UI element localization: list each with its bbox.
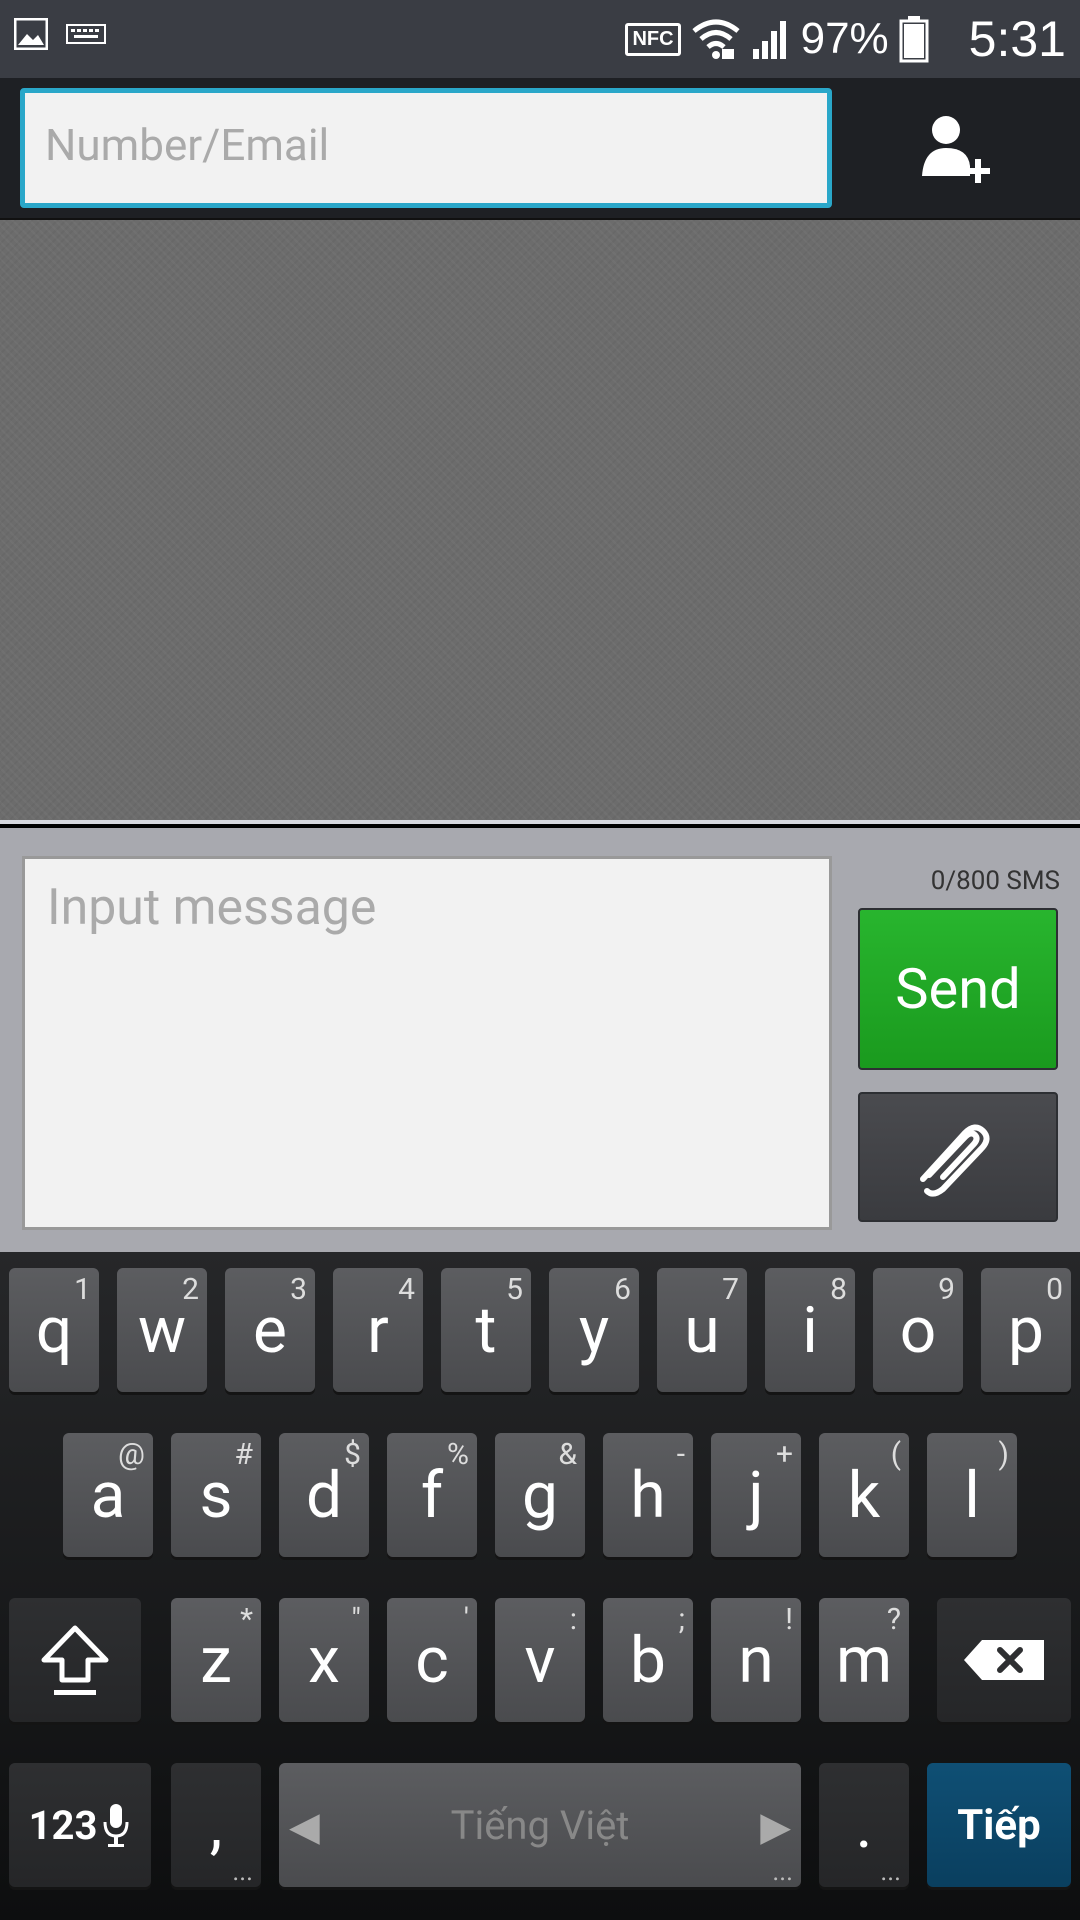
key-n[interactable]: n! (711, 1598, 801, 1722)
key-h[interactable]: h- (603, 1433, 693, 1557)
key-b[interactable]: b; (603, 1598, 693, 1722)
period-key[interactable]: . ... (819, 1763, 909, 1887)
key-t[interactable]: t5 (441, 1268, 531, 1392)
key-j[interactable]: j + (711, 1433, 801, 1557)
shift-icon (41, 1625, 109, 1695)
key-v[interactable]: v: (495, 1598, 585, 1722)
key-i[interactable]: i8 (765, 1268, 855, 1392)
next-key[interactable]: Tiếp (927, 1763, 1071, 1887)
key-e[interactable]: e3 (225, 1268, 315, 1392)
recipient-input[interactable]: Number/Email (20, 88, 832, 208)
message-input[interactable]: Input message (22, 856, 832, 1230)
numbers-key[interactable]: 123 (9, 1763, 151, 1887)
key-y[interactable]: y6 (549, 1268, 639, 1392)
key-m[interactable]: m? (819, 1598, 909, 1722)
battery-percent: 97% (800, 14, 889, 63)
key-g[interactable]: g & (495, 1433, 585, 1557)
nfc-icon: NFC (625, 22, 681, 56)
add-contact-icon (922, 116, 990, 183)
key-f[interactable]: f% (387, 1433, 477, 1557)
key-c[interactable]: c ' (387, 1598, 477, 1722)
language-left-arrow-icon: ◀ (289, 1803, 320, 1850)
backspace-key[interactable] (937, 1598, 1071, 1722)
key-z[interactable]: z * (171, 1598, 261, 1722)
key-d[interactable]: d $ (279, 1433, 369, 1557)
backspace-icon (964, 1640, 1044, 1680)
key-x[interactable]: x " (279, 1598, 369, 1722)
key-r[interactable]: r4 (333, 1268, 423, 1392)
keyboard-icon (66, 24, 106, 44)
key-s[interactable]: s # (171, 1433, 261, 1557)
status-bar: NFC 97% 5:31 (0, 0, 1080, 78)
key-w[interactable]: w2 (117, 1268, 207, 1392)
space-bar[interactable]: ◀ Tiếng Việt ▶ ... (279, 1763, 801, 1887)
signal-icon (752, 21, 786, 59)
image-icon (14, 18, 48, 50)
send-button[interactable]: Send (858, 908, 1058, 1070)
microphone-icon (103, 1804, 129, 1847)
shift-key[interactable] (9, 1598, 141, 1722)
key-u[interactable]: u7 (657, 1268, 747, 1392)
language-right-arrow-icon: ▶ (760, 1803, 791, 1850)
character-counter: 0/800 SMS (930, 866, 1060, 896)
battery-icon (899, 16, 929, 63)
key-p[interactable]: p0 (981, 1268, 1071, 1392)
conversation-area (0, 220, 1080, 824)
key-q[interactable]: q1 (9, 1268, 99, 1392)
add-contact-button[interactable] (900, 100, 1012, 200)
key-k[interactable]: k( (819, 1433, 909, 1557)
paperclip-icon (920, 1124, 990, 1197)
key-a[interactable]: a @ (63, 1433, 153, 1557)
key-o[interactable]: o9 (873, 1268, 963, 1392)
wifi-icon (692, 19, 740, 59)
key-l[interactable]: l) (927, 1433, 1017, 1557)
clock: 5:31 (968, 11, 1066, 67)
comma-key[interactable]: , ... (171, 1763, 261, 1887)
attach-button[interactable] (858, 1092, 1058, 1222)
